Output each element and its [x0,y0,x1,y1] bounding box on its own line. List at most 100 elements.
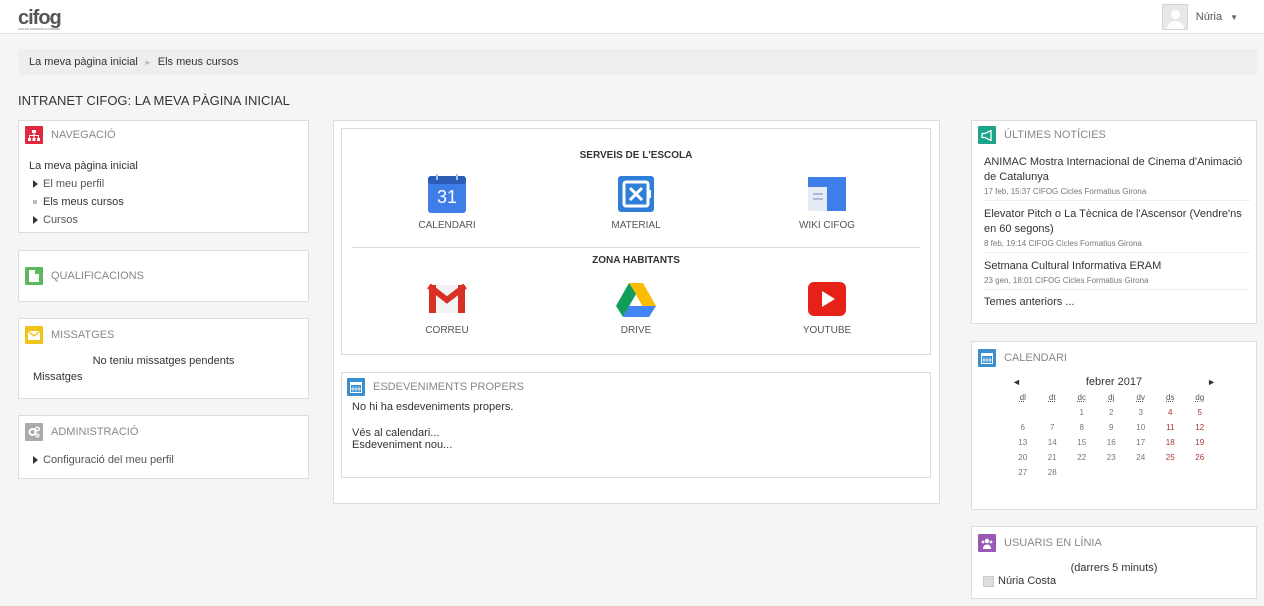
grades-title[interactable]: QUALIFICACIONS [51,270,144,282]
calendar-day[interactable]: 18 [1156,435,1186,450]
calendar-day[interactable]: 2 [1097,405,1127,420]
services-heading: SERVEIS DE L'ESCOLA [579,150,693,161]
service-calendar[interactable]: 31 CALENDARI [387,174,507,231]
next-month-icon[interactable]: ► [1207,377,1216,387]
calendar-day[interactable]: 20 [1008,450,1038,465]
services-divider [352,247,920,248]
news-item-title[interactable]: Setmana Cultural Informativa ERAM [984,259,1250,274]
calendar-header: CALENDARI [972,342,1256,374]
online-user[interactable]: Núria Costa [972,575,1256,587]
service-calendar-label: CALENDARI [418,220,476,231]
service-wiki[interactable]: WIKI CIFOG [767,174,887,231]
service-drive[interactable]: DRIVE [576,279,696,336]
users-icon [978,534,996,552]
calendar-day[interactable]: 3 [1126,405,1156,420]
news-item-title[interactable]: ANIMAC Mostra Internacional de Cinema d'… [984,155,1250,185]
online-users-header: USUARIS EN LÍNIA [972,527,1256,559]
online-users-block: USUARIS EN LÍNIA (darrers 5 minuts) Núri… [971,526,1257,599]
calendar-day-header: dc [1077,393,1086,402]
calendar-empty-cell [1156,465,1186,480]
administration-title: ADMINISTRACIÓ [51,426,139,438]
calendar-day[interactable]: 7 [1038,420,1068,435]
calendar-day[interactable]: 28 [1038,465,1068,480]
calendar-empty-cell [1126,465,1156,480]
calendar-icon-number: 31 [436,187,458,207]
calendar-empty-cell [1185,465,1215,480]
service-material[interactable]: MATERIAL [576,174,696,231]
older-topics-link[interactable]: Temes anteriors ... [984,296,1250,308]
nav-item-my-courses[interactable]: Els meus cursos [29,193,300,211]
calendar-day[interactable]: 11 [1156,420,1186,435]
messages-empty-text: No teniu missatges pendents [92,355,235,367]
calendar-day-header: dg [1195,393,1205,402]
calendar-block: CALENDARI ◄ febrer 2017 ► dl dt dc dj dv ds dg… [971,341,1257,510]
calendar-day[interactable]: 22 [1067,450,1097,465]
user-menu[interactable]: Núria ▼ [1161,4,1238,30]
chevron-down-icon[interactable]: ▼ [1230,13,1238,22]
service-mail[interactable]: CORREU [387,279,507,336]
calendar-day[interactable]: 14 [1038,435,1068,450]
calendar-day[interactable]: 4 [1156,405,1186,420]
prev-month-icon[interactable]: ◄ [1012,377,1021,387]
events-header: ESDEVENIMENTS PROPERS [342,373,930,401]
nav-item-profile[interactable]: El meu perfil [29,175,300,193]
navigation-title: NAVEGACIÓ [51,129,116,141]
calendar-title: CALENDARI [1004,352,1067,364]
news-title: ÚLTIMES NOTÍCIES [1004,129,1106,141]
breadcrumb-courses-link[interactable]: Els meus cursos [158,56,239,68]
calendar-day[interactable]: 13 [1008,435,1038,450]
go-to-calendar-link[interactable]: Vés al calendari... [352,427,930,439]
administration-block: ADMINISTRACIÓ Configuració del meu perfi… [18,415,309,479]
nav-home-link[interactable]: La meva pàgina inicial [29,157,300,175]
breadcrumb: La meva pàgina inicial ► Els meus cursos [18,49,1257,75]
calendar-day[interactable]: 25 [1156,450,1186,465]
service-youtube[interactable]: YOUTUBE [767,279,887,336]
calendar-month: febrer 2017 [1085,376,1143,388]
calendar-day[interactable]: 24 [1126,450,1156,465]
calendar-day[interactable]: 27 [1008,465,1038,480]
services-panel: SERVEIS DE L'ESCOLA 31 CALENDARI MATERIA… [341,128,931,355]
zone-heading: ZONA HABITANTS [592,255,680,266]
calendar-day[interactable]: 6 [1008,420,1038,435]
service-wiki-label: WIKI CIFOG [798,220,856,231]
news-header: ÚLTIMES NOTÍCIES [972,121,1256,149]
calendar-day[interactable]: 8 [1067,420,1097,435]
grades-header[interactable]: QUALIFICACIONS [19,251,308,301]
calendar-day[interactable]: 21 [1038,450,1068,465]
administration-header: ADMINISTRACIÓ [19,416,308,448]
calendar-day[interactable]: 19 [1185,435,1215,450]
breadcrumb-home-link[interactable]: La meva pàgina inicial [29,56,138,68]
avatar[interactable] [1161,4,1188,30]
calendar-small-icon [347,378,365,396]
calendar-day-header: dj [1108,393,1115,402]
calendar-day[interactable]: 16 [1097,435,1127,450]
calendar-day[interactable]: 1 [1067,405,1097,420]
google-drive-icon [616,279,656,319]
news-item-title[interactable]: Elevator Pitch o La Tècnica de l'Ascenso… [984,207,1250,237]
youtube-icon [807,279,847,319]
gears-icon [25,423,43,441]
calendar-day[interactable]: 9 [1097,420,1127,435]
news-item: Elevator Pitch o La Tècnica de l'Ascenso… [984,201,1250,253]
calendar-nav: ◄ febrer 2017 ► [972,374,1256,390]
new-event-link[interactable]: Esdeveniment nou... [352,439,930,451]
online-user-name[interactable]: Núria Costa [998,575,1056,587]
calendar-day[interactable]: 5 [1185,405,1215,420]
calendar-day[interactable]: 26 [1185,450,1215,465]
messages-link[interactable]: Missatges [19,371,308,383]
calendar-day[interactable]: 12 [1185,420,1215,435]
news-item-meta: 8 feb, 19:14 CIFOG Cicles Formatius Giro… [984,239,1142,248]
calendar-day[interactable]: 10 [1126,420,1156,435]
user-name[interactable]: Núria [1196,11,1222,23]
calendar-day-header: dv [1136,393,1145,402]
calendar-day[interactable]: 15 [1067,435,1097,450]
site-logo[interactable]: cifog CICLES FORMATIUS GIRONA [18,7,62,31]
calendar-small-icon [978,349,996,367]
service-mail-label: CORREU [425,325,469,336]
nav-item-courses[interactable]: Cursos [29,211,300,229]
calendar-day[interactable]: 17 [1126,435,1156,450]
admin-item-profile-settings[interactable]: Configuració del meu perfil [29,451,308,469]
calendar-empty-cell [1038,405,1068,420]
calendar-day-header: ds [1166,393,1175,402]
calendar-day[interactable]: 23 [1097,450,1127,465]
